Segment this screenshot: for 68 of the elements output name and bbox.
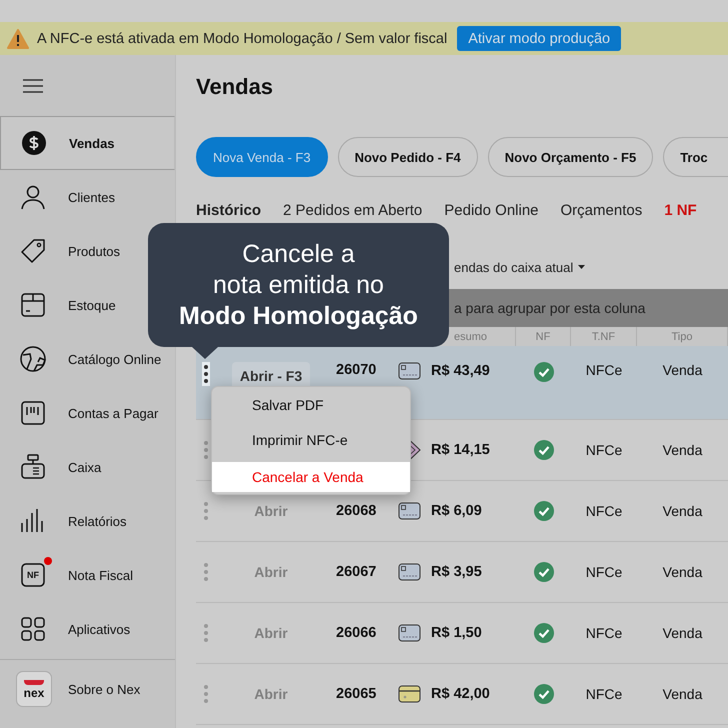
sale-number: 26068 bbox=[336, 503, 376, 519]
amount: R$ 42,00 bbox=[431, 686, 490, 702]
tab[interactable]: 1 NF bbox=[664, 201, 697, 221]
sidebar-item[interactable]: NF Nota Fiscal bbox=[0, 548, 175, 602]
action-button[interactable]: Novo Pedido - F4 bbox=[338, 137, 478, 177]
sidebar-item[interactable]: Caixa bbox=[0, 440, 175, 494]
sidebar-item[interactable]: Produtos bbox=[0, 224, 175, 278]
sidebar-item[interactable]: Clientes bbox=[0, 170, 175, 224]
amount: R$ 6,09 bbox=[431, 503, 482, 519]
menu-item[interactable]: Salvar PDF bbox=[212, 387, 410, 422]
sidebar-item[interactable]: Contas a Pagar bbox=[0, 386, 175, 440]
caret-icon bbox=[578, 265, 586, 269]
tab[interactable]: 2 Pedidos em Aberto bbox=[283, 201, 422, 221]
card-icon bbox=[398, 624, 421, 642]
table-cell: Venda bbox=[662, 564, 702, 580]
table-cell: Venda bbox=[662, 503, 702, 519]
page-title: Vendas bbox=[195, 73, 274, 100]
action-button[interactable]: Novo Orçamento - F5 bbox=[488, 137, 654, 177]
cash-register-icon bbox=[20, 454, 46, 480]
box-icon bbox=[20, 292, 46, 318]
apps-grid-icon bbox=[20, 616, 46, 642]
sidebar-item[interactable]: Estoque bbox=[0, 278, 175, 332]
sidebar-item[interactable]: Catálogo Online bbox=[0, 332, 175, 386]
tab[interactable]: Histórico bbox=[196, 201, 262, 221]
person-icon bbox=[20, 184, 46, 210]
globe-icon bbox=[20, 346, 46, 372]
tag-icon bbox=[20, 238, 46, 264]
dollar-icon bbox=[21, 130, 47, 156]
card-icon bbox=[398, 502, 421, 520]
more-options-button[interactable] bbox=[202, 362, 210, 386]
table-cell: NFCe bbox=[586, 442, 622, 458]
table-cell: Venda bbox=[662, 442, 702, 458]
action-button[interactable]: Troc bbox=[663, 137, 728, 177]
nex-logo: nex bbox=[16, 671, 52, 707]
sidebar-item[interactable]: Aplicativos bbox=[0, 602, 175, 656]
table-cell: NFCe bbox=[586, 686, 622, 702]
card-icon bbox=[398, 362, 421, 380]
table-cell: Venda bbox=[662, 362, 702, 378]
table-cell: NFCe bbox=[586, 362, 622, 378]
sale-number: 26066 bbox=[336, 625, 376, 641]
amount: R$ 3,95 bbox=[431, 564, 482, 580]
sale-number: 26070 bbox=[336, 362, 376, 378]
tooltip-text: Cancele a bbox=[242, 238, 355, 270]
menu-item[interactable]: Cancelar a Venda bbox=[212, 462, 410, 492]
menu-item[interactable]: Imprimir NFC-e bbox=[212, 422, 410, 457]
card-icon bbox=[398, 685, 421, 703]
bar-chart-icon bbox=[20, 508, 46, 534]
table-cell: NFCe bbox=[586, 625, 622, 641]
menu-icon bbox=[23, 78, 43, 92]
warning-icon bbox=[7, 28, 29, 48]
amount: R$ 14,15 bbox=[431, 442, 490, 458]
table-cell: Venda bbox=[662, 686, 702, 702]
tab[interactable]: Orçamentos bbox=[560, 201, 642, 221]
about-item[interactable]: nex Sobre o Nex bbox=[0, 659, 175, 718]
table-cell: NFCe bbox=[586, 564, 622, 580]
table-cell: Venda bbox=[662, 625, 702, 641]
sale-number: 26065 bbox=[336, 686, 376, 702]
amount: R$ 43,49 bbox=[431, 363, 490, 379]
tab[interactable]: Pedido Online bbox=[444, 201, 539, 221]
invoice-icon: NF bbox=[20, 562, 46, 588]
sidebar-item[interactable]: Vendas bbox=[0, 116, 175, 170]
banner-message: A NFC-e está ativada em Modo Homologação / Sem valor fiscal bbox=[37, 30, 448, 46]
card-icon bbox=[398, 563, 421, 581]
table-cell: NFCe bbox=[586, 503, 622, 519]
amount: R$ 1,50 bbox=[431, 625, 482, 641]
bill-icon bbox=[20, 400, 46, 426]
sidebar-item[interactable]: Relatórios bbox=[0, 494, 175, 548]
sale-number: 26067 bbox=[336, 564, 376, 580]
